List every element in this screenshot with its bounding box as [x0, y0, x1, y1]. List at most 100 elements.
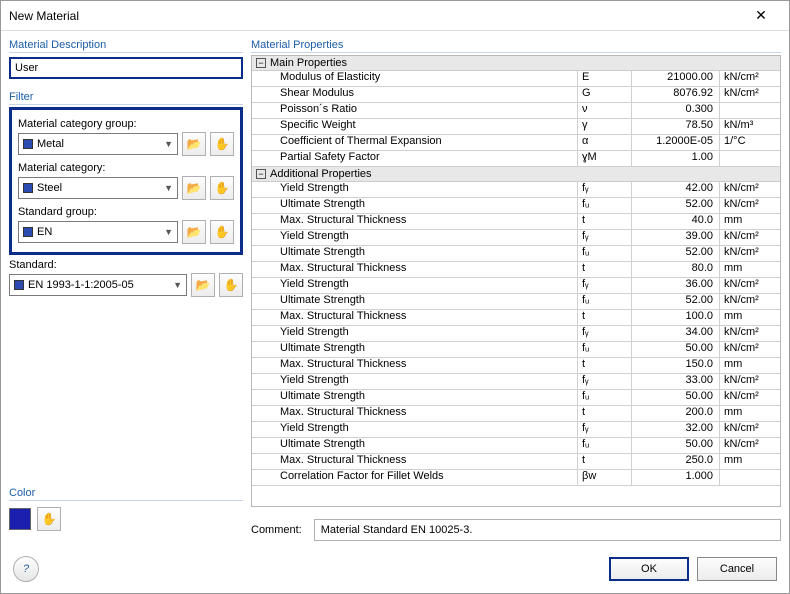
property-symbol: fᵤ: [578, 246, 632, 261]
color-group-label: Color: [9, 487, 243, 501]
main-properties-header[interactable]: − Main Properties: [252, 56, 780, 71]
collapse-icon[interactable]: −: [256, 169, 266, 179]
property-value[interactable]: 33.00: [632, 374, 720, 389]
section-title: Additional Properties: [270, 168, 372, 180]
property-value[interactable]: 100.0: [632, 310, 720, 325]
property-name: Max. Structural Thickness: [252, 310, 578, 325]
property-row: Shear ModulusG8076.92kN/cm²: [252, 87, 780, 103]
section-title: Main Properties: [270, 57, 347, 69]
property-name: Max. Structural Thickness: [252, 454, 578, 469]
property-name: Max. Structural Thickness: [252, 406, 578, 421]
standard-combo[interactable]: EN 1993-1-1:2005-05 ▼: [9, 274, 187, 296]
property-value[interactable]: 36.00: [632, 278, 720, 293]
property-value[interactable]: 80.0: [632, 262, 720, 277]
standard-group-label: Standard group:: [18, 206, 234, 218]
property-name: Yield Strength: [252, 422, 578, 437]
property-value[interactable]: 1.2000E-05: [632, 135, 720, 150]
property-unit: kN/cm²: [720, 230, 780, 245]
pick-button[interactable]: ✋: [219, 273, 243, 297]
property-value[interactable]: 200.0: [632, 406, 720, 421]
property-value[interactable]: 52.00: [632, 246, 720, 261]
property-value[interactable]: 40.0: [632, 214, 720, 229]
property-value[interactable]: 1.000: [632, 470, 720, 485]
property-unit: kN/cm²: [720, 390, 780, 405]
property-name: Ultimate Strength: [252, 294, 578, 309]
chevron-down-icon: ▼: [164, 183, 173, 193]
ok-button[interactable]: OK: [609, 557, 689, 581]
property-row: Ultimate Strengthfᵤ50.00kN/cm²: [252, 390, 780, 406]
open-library-button[interactable]: 📂: [191, 273, 215, 297]
property-row: Ultimate Strengthfᵤ50.00kN/cm²: [252, 438, 780, 454]
open-library-button[interactable]: 📂: [182, 220, 206, 244]
swatch-icon: [23, 139, 33, 149]
pick-button[interactable]: ✋: [210, 176, 234, 200]
combo-value: Metal: [37, 138, 64, 150]
close-icon[interactable]: ✕: [741, 7, 781, 24]
property-name: Max. Structural Thickness: [252, 358, 578, 373]
property-value[interactable]: 78.50: [632, 119, 720, 134]
property-row: Max. Structural Thicknesst40.0mm: [252, 214, 780, 230]
property-unit: mm: [720, 358, 780, 373]
pick-button[interactable]: ✋: [210, 132, 234, 156]
property-value[interactable]: 42.00: [632, 182, 720, 197]
property-unit: [720, 470, 780, 485]
property-symbol: t: [578, 358, 632, 373]
property-value[interactable]: 1.00: [632, 151, 720, 166]
properties-table: − Main Properties Modulus of ElasticityE…: [251, 55, 781, 507]
property-row: Yield Strengthfᵧ33.00kN/cm²: [252, 374, 780, 390]
property-value[interactable]: 32.00: [632, 422, 720, 437]
property-name: Yield Strength: [252, 182, 578, 197]
property-unit: kN/cm²: [720, 422, 780, 437]
open-library-button[interactable]: 📂: [182, 132, 206, 156]
chevron-down-icon: ▼: [164, 139, 173, 149]
help-button[interactable]: ?: [13, 556, 39, 582]
cancel-button[interactable]: Cancel: [697, 557, 777, 581]
property-symbol: βw: [578, 470, 632, 485]
property-unit: 1/°C: [720, 135, 780, 150]
property-row: Ultimate Strengthfᵤ52.00kN/cm²: [252, 198, 780, 214]
property-value[interactable]: 52.00: [632, 294, 720, 309]
property-value[interactable]: 39.00: [632, 230, 720, 245]
additional-properties-header[interactable]: − Additional Properties: [252, 167, 780, 182]
property-value[interactable]: 34.00: [632, 326, 720, 341]
property-value[interactable]: 0.300: [632, 103, 720, 118]
property-symbol: fᵧ: [578, 326, 632, 341]
comment-input[interactable]: [314, 519, 781, 541]
property-value[interactable]: 21000.00: [632, 71, 720, 86]
property-symbol: t: [578, 214, 632, 229]
property-name: Yield Strength: [252, 278, 578, 293]
chevron-down-icon: ▼: [173, 280, 182, 290]
property-row: Poisson´s Ratioν0.300: [252, 103, 780, 119]
property-row: Modulus of ElasticityE21000.00kN/cm²: [252, 71, 780, 87]
property-symbol: E: [578, 71, 632, 86]
property-value[interactable]: 50.00: [632, 342, 720, 357]
description-group-label: Material Description: [9, 39, 243, 53]
standard-group-combo[interactable]: EN ▼: [18, 221, 178, 243]
property-row: Max. Structural Thicknesst250.0mm: [252, 454, 780, 470]
property-value[interactable]: 150.0: [632, 358, 720, 373]
pick-button[interactable]: ✋: [210, 220, 234, 244]
category-group-combo[interactable]: Metal ▼: [18, 133, 178, 155]
material-description-input[interactable]: [9, 57, 243, 79]
collapse-icon[interactable]: −: [256, 58, 266, 68]
property-value[interactable]: 52.00: [632, 198, 720, 213]
property-value[interactable]: 8076.92: [632, 87, 720, 102]
property-symbol: γ: [578, 119, 632, 134]
property-value[interactable]: 50.00: [632, 438, 720, 453]
property-unit: mm: [720, 214, 780, 229]
property-symbol: fᵧ: [578, 374, 632, 389]
color-swatch[interactable]: [9, 508, 31, 530]
open-library-button[interactable]: 📂: [182, 176, 206, 200]
property-value[interactable]: 250.0: [632, 454, 720, 469]
property-symbol: G: [578, 87, 632, 102]
property-name: Ultimate Strength: [252, 438, 578, 453]
property-name: Ultimate Strength: [252, 342, 578, 357]
property-name: Ultimate Strength: [252, 246, 578, 261]
property-symbol: t: [578, 406, 632, 421]
property-name: Coefficient of Thermal Expansion: [252, 135, 578, 150]
dialog-footer: ? OK Cancel: [1, 545, 789, 593]
property-unit: mm: [720, 406, 780, 421]
property-value[interactable]: 50.00: [632, 390, 720, 405]
color-picker-button[interactable]: ✋: [37, 507, 61, 531]
category-combo[interactable]: Steel ▼: [18, 177, 178, 199]
